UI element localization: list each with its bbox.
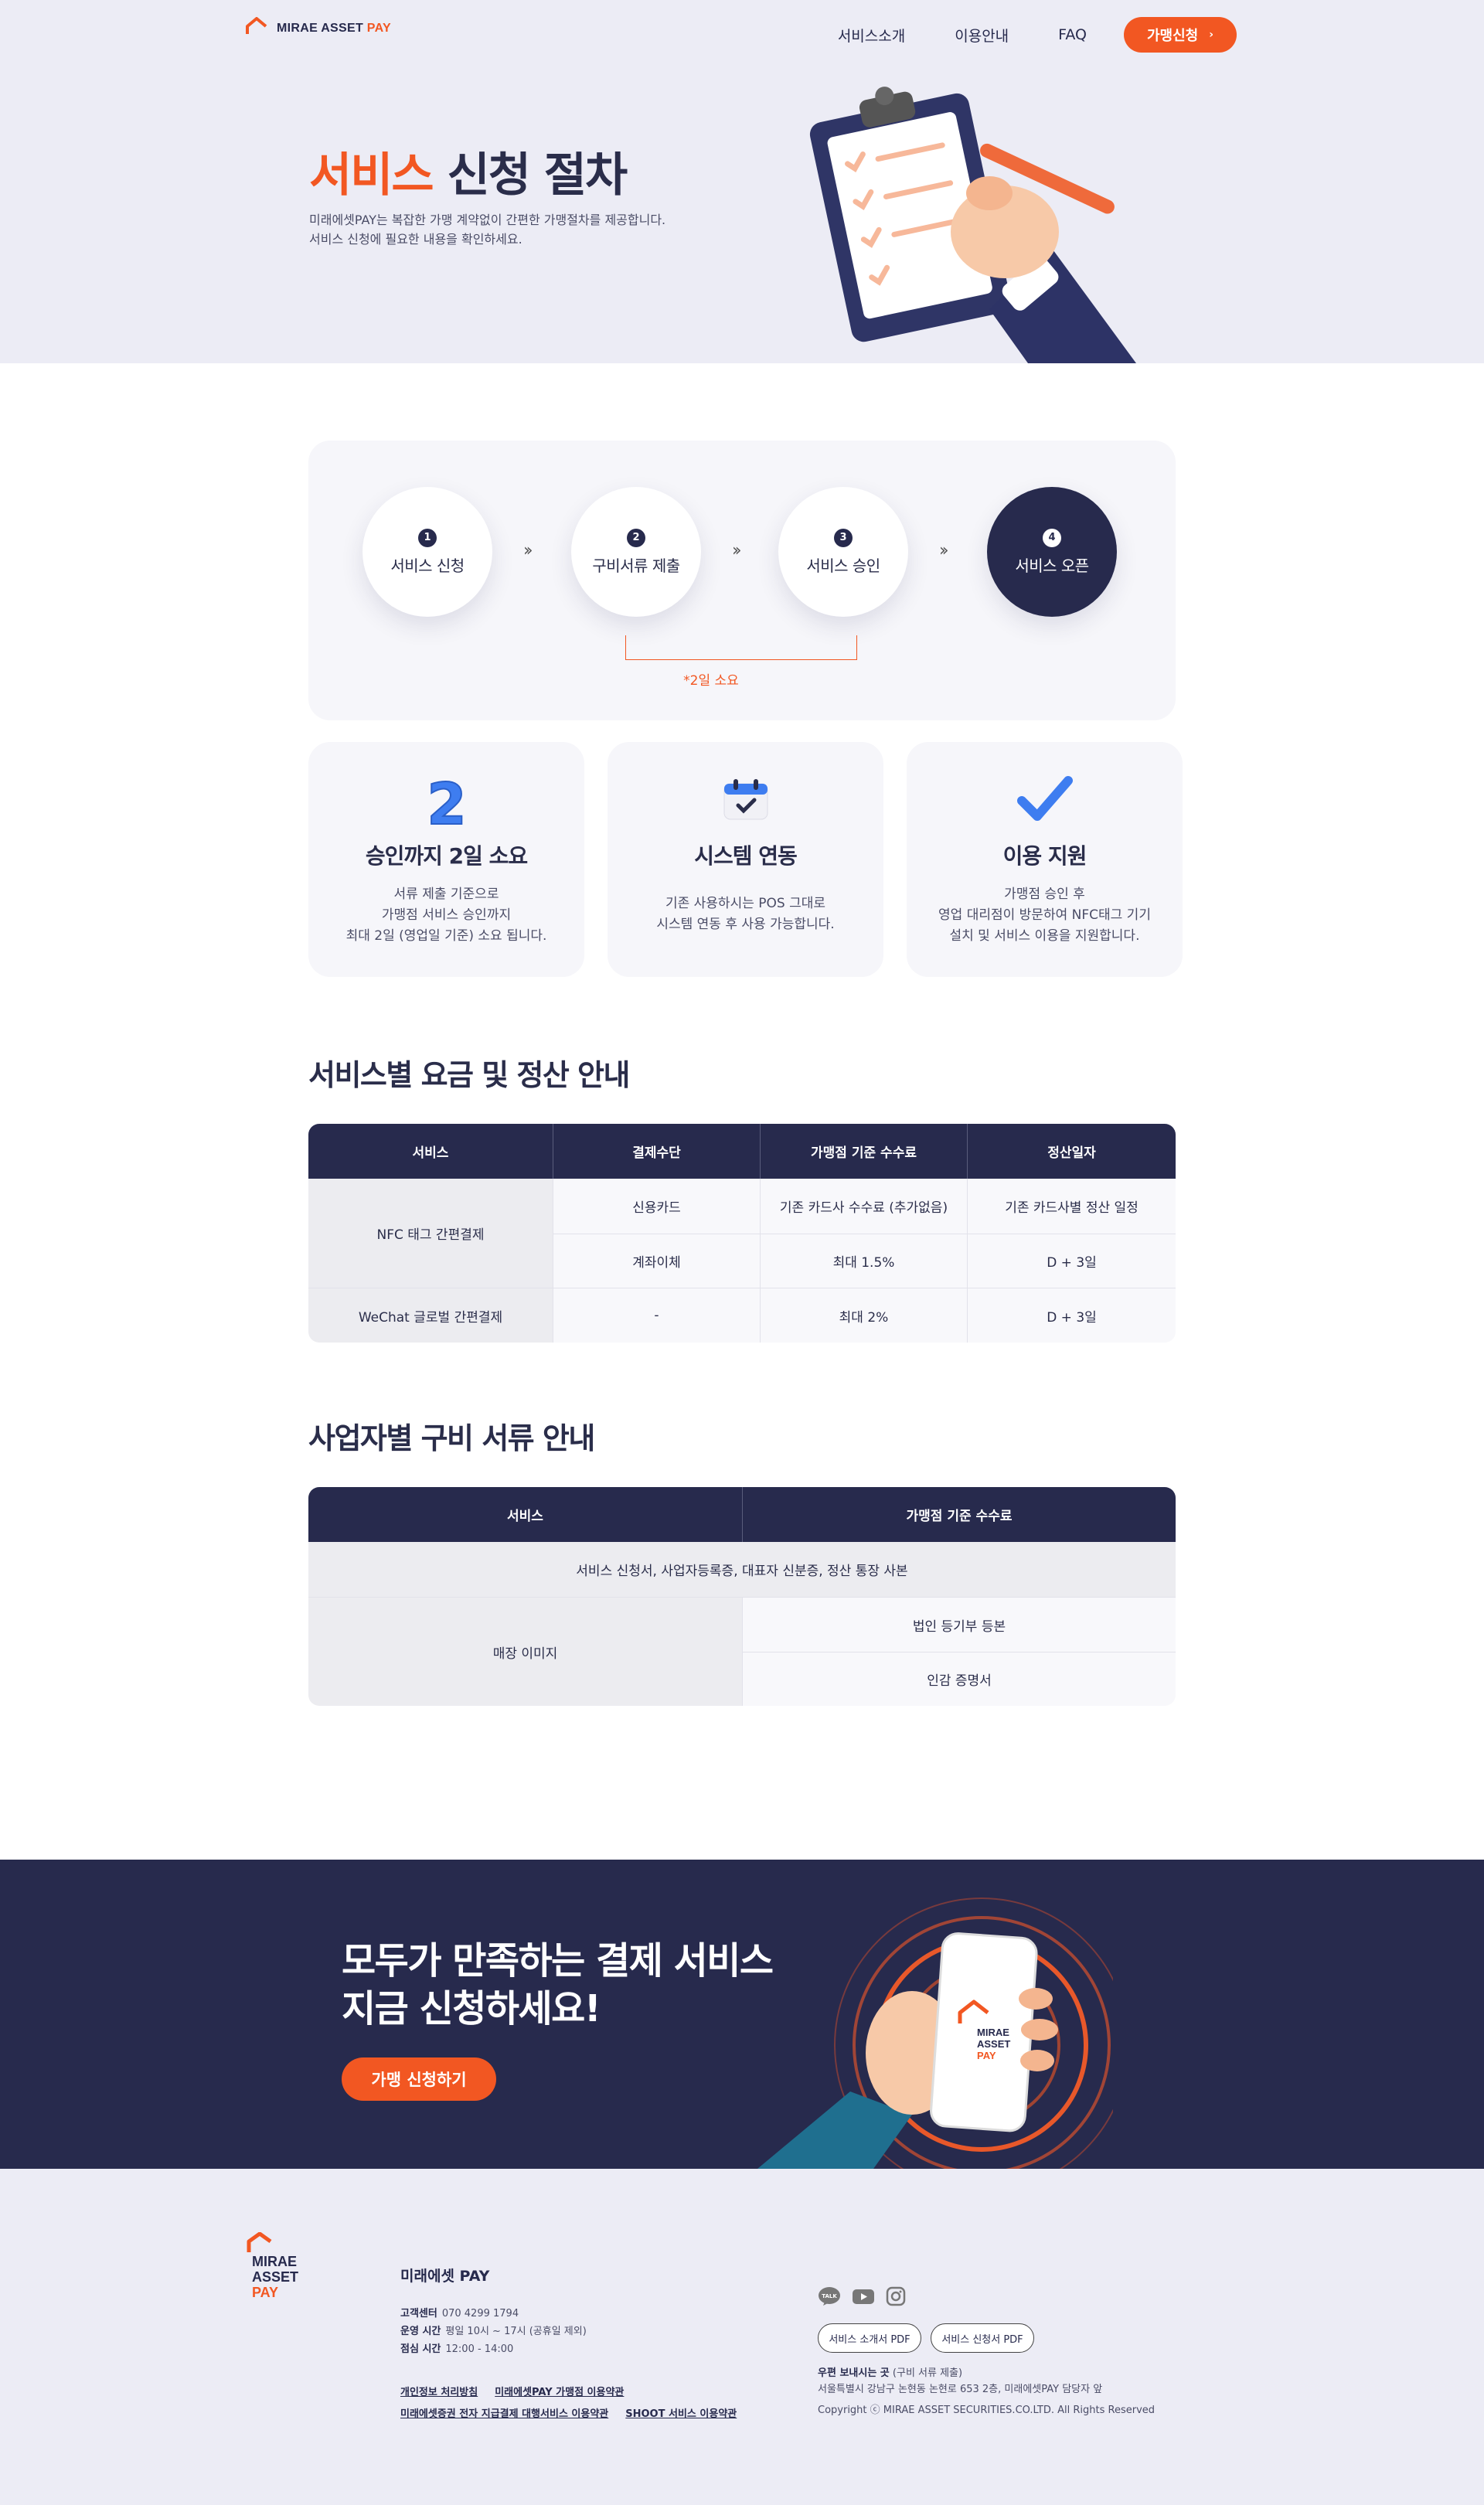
step-number-badge: 4	[1043, 528, 1061, 547]
feature-card-support: 이용 지원 가맹점 승인 후 영업 대리점이 방문하여 NFC태그 기기 설치 및 …	[907, 742, 1183, 977]
calendar-check-icon	[608, 774, 883, 830]
step-label: 서비스 오픈	[1015, 556, 1089, 575]
table-header: 가맹점 기준 수수료	[760, 1124, 967, 1179]
step-apply: 1 서비스 신청	[362, 487, 492, 617]
feature-card-system: 시스템 연동 기존 사용하시는 POS 그대로 시스템 연동 후 사용 가능합니다…	[608, 742, 883, 977]
docs-table: 서비스 가맹점 기준 수수료 서비스 신청서, 사업자등록증, 대표자 신분증,…	[308, 1487, 1176, 1706]
checkmark-icon	[907, 774, 1183, 830]
phone-logo-line: PAY	[977, 2050, 996, 2061]
fee-section-title: 서비스별 요금 및 정산 안내	[308, 1058, 630, 1092]
shoot-terms-link[interactable]: SHOOT 서비스 이용약관	[625, 2408, 737, 2420]
table-cell: 계좌이체	[553, 1234, 760, 1288]
step-label: 구비서류 제출	[592, 556, 680, 575]
nav-usage-guide[interactable]: 이용안내	[955, 25, 1009, 46]
number-2-icon: 2	[308, 774, 584, 830]
merchant-apply-label: 가맹신청	[1146, 28, 1199, 44]
svg-text:2: 2	[427, 774, 467, 830]
main-nav: 서비스소개 이용안내 FAQ 가맹신청 ›	[788, 17, 1237, 53]
merchant-apply-button[interactable]: 가맹신청 ›	[1123, 17, 1237, 53]
footer-address: 우편 보내시는 곳 (구비 서류 제출) 서울특별시 강남구 논현동 논현로 6…	[818, 2365, 1155, 2418]
fee-table: 서비스 결제수단 가맹점 기준 수수료 정산일자 NFC 태그 간편결제 신용카…	[308, 1124, 1176, 1343]
step-number-badge: 3	[834, 528, 853, 547]
step-number-badge: 1	[418, 528, 437, 547]
copyright: Copyright ⓒ MIRAE ASSET SECURITIES.CO.LT…	[818, 2405, 1156, 2416]
footer-logo-line: MIRAE	[252, 2254, 297, 2269]
table-cell: 인감 증명서	[742, 1652, 1176, 1706]
table-cell: D + 3일	[967, 1288, 1176, 1343]
privacy-policy-link[interactable]: 개인정보 처리방침	[400, 2387, 478, 2398]
merchant-terms-link[interactable]: 미래에셋PAY 가맹점 이용약관	[495, 2387, 624, 2398]
service-application-pdf-button[interactable]: 서비스 신청서 PDF	[931, 2323, 1034, 2353]
payment-terms-link[interactable]: 미래에셋증권 전자 지급결제 대행서비스 이용약관	[400, 2408, 608, 2420]
table-cell: 기존 카드사별 정산 일정	[967, 1179, 1176, 1234]
duration-bracket	[625, 635, 857, 660]
table-cell: D + 3일	[967, 1234, 1176, 1288]
table-cell: 기존 카드사 수수료 (추가없음)	[760, 1179, 967, 1234]
double-chevron-icon: ››	[732, 541, 741, 560]
table-cell-service: NFC 태그 간편결제	[308, 1179, 553, 1288]
nav-service-intro[interactable]: 서비스소개	[838, 25, 905, 46]
process-steps-panel: 1 서비스 신청 ›› 2 구비서류 제출 ›› 3 서비스 승인 ›› 4 서…	[308, 441, 1176, 720]
social-links: TALK	[818, 2286, 917, 2309]
step-documents: 2 구비서류 제출	[571, 487, 701, 617]
hero-section: MIRAE ASSET PAY 서비스소개 이용안내 FAQ 가맹신청 › 서비…	[0, 0, 1484, 363]
site-logo[interactable]: MIRAE ASSET PAY	[246, 17, 391, 36]
feature-title: 시스템 연동	[694, 843, 798, 869]
phone-logo-line: ASSET	[977, 2038, 1010, 2050]
phone-hand-illustration: MIRAE ASSET PAY	[757, 1897, 1113, 2169]
page-title: 서비스 신청 절차	[309, 148, 628, 203]
banner-title: 모두가 만족하는 결제 서비스 지금 신청하세요!	[342, 1939, 774, 2030]
step-open: 4 서비스 오픈	[987, 487, 1117, 617]
feature-description: 기존 사용하시는 POS 그대로 시스템 연동 후 사용 가능합니다.	[656, 896, 835, 932]
footer-logo[interactable]: MIRAE ASSET PAY	[246, 2231, 323, 2306]
phone-logo-line: MIRAE	[977, 2027, 1009, 2038]
feature-card-approval: 2 승인까지 2일 소요 서류 제출 기준으로 가맹점 서비스 승인까지 최대 2일…	[308, 742, 584, 977]
double-chevron-icon: ››	[939, 541, 948, 560]
feature-description: 가맹점 승인 후 영업 대리점이 방문하여 NFC태그 기기 설치 및 서비스 이용…	[938, 887, 1151, 944]
service-intro-pdf-button[interactable]: 서비스 소개서 PDF	[818, 2323, 921, 2353]
table-cell: 최대 2%	[760, 1288, 967, 1343]
footer-links-row: 개인정보 처리방침 미래에셋PAY 가맹점 이용약관	[400, 2384, 641, 2398]
docs-section-title: 사업자별 구비 서류 안내	[308, 1421, 595, 1455]
footer-brand: 미래에셋 PAY	[400, 2268, 490, 2285]
footer-logo-line: ASSET	[252, 2269, 298, 2285]
chevron-right-icon: ›	[1209, 29, 1213, 41]
merchant-apply-banner-button[interactable]: 가맹 신청하기	[342, 2057, 496, 2101]
footer-links-row: 미래에셋증권 전자 지급결제 대행서비스 이용약관 SHOOT 서비스 이용약관	[400, 2405, 754, 2420]
step-label: 서비스 승인	[806, 556, 880, 575]
table-header: 서비스	[308, 1487, 742, 1542]
youtube-icon[interactable]	[852, 2286, 875, 2309]
nav-faq[interactable]: FAQ	[1058, 26, 1087, 43]
table-cell-service: WeChat 글로벌 간편결제	[308, 1288, 553, 1343]
table-cell-common-docs: 서비스 신청서, 사업자등록증, 대표자 신분증, 정산 통장 사본	[308, 1542, 1176, 1597]
duration-note: *2일 소요	[683, 673, 739, 689]
footer-logo-line: PAY	[252, 2285, 278, 2300]
table-cell: 법인 등기부 등본	[742, 1597, 1176, 1652]
table-header: 결제수단	[553, 1124, 760, 1179]
table-cell-service: 매장 이미지	[308, 1597, 742, 1706]
page-description: 미래에셋PAY는 복잡한 가맹 계약없이 간편한 가맹절차를 제공합니다. 서비…	[309, 213, 666, 247]
step-label: 서비스 신청	[390, 556, 465, 575]
site-footer: MIRAE ASSET PAY 미래에셋 PAY 고객센터 070 4299 17…	[0, 2169, 1484, 2505]
feature-description: 서류 제출 기준으로 가맹점 서비스 승인까지 최대 2일 (영업일 기준) 소요 …	[345, 887, 547, 944]
feature-title: 이용 지원	[1002, 843, 1087, 869]
clipboard-hand-illustration	[809, 87, 1136, 363]
table-cell: 최대 1.5%	[760, 1234, 967, 1288]
table-cell: -	[553, 1288, 760, 1343]
step-number-badge: 2	[627, 528, 645, 547]
table-header: 정산일자	[967, 1124, 1176, 1179]
feature-title: 승인까지 2일 소요	[365, 843, 528, 869]
instagram-icon[interactable]	[886, 2286, 906, 2309]
step-approval: 3 서비스 승인	[778, 487, 908, 617]
double-chevron-icon: ››	[523, 541, 533, 560]
cta-banner: 모두가 만족하는 결제 서비스 지금 신청하세요! 가맹 신청하기 MIRAE …	[0, 1860, 1484, 2169]
logo-roof-icon	[246, 17, 267, 34]
logo-text: MIRAE ASSET PAY	[277, 22, 391, 35]
table-header: 가맹점 기준 수수료	[742, 1487, 1176, 1542]
table-header: 서비스	[308, 1124, 553, 1179]
kakaotalk-icon[interactable]: TALK	[818, 2286, 841, 2309]
footer-contact-info: 고객센터 070 4299 1794 운영 시간 평일 10시 ~ 17시 (공휴일…	[400, 2308, 587, 2355]
table-cell: 신용카드	[553, 1179, 760, 1234]
svg-text:TALK: TALK	[822, 2293, 837, 2299]
